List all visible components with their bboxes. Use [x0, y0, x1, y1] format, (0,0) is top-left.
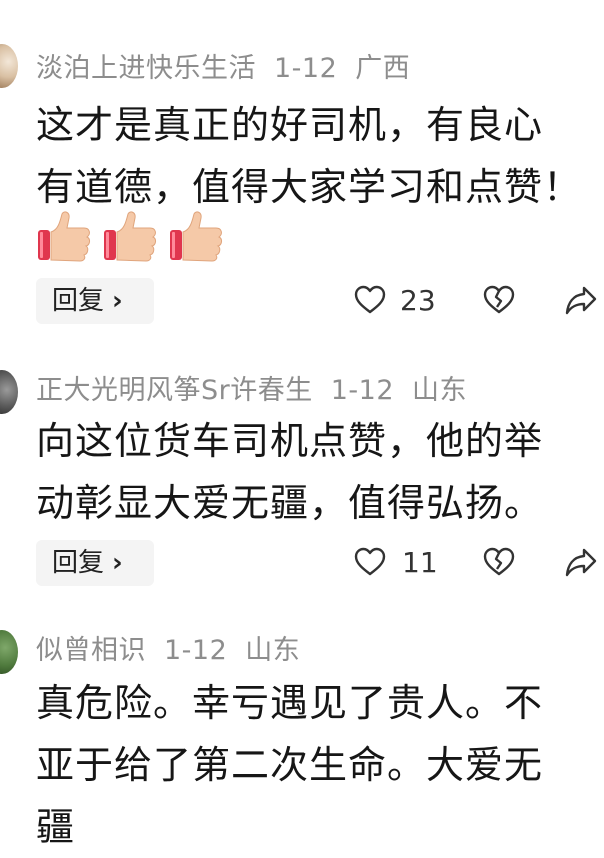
comment-line: 疆: [36, 805, 76, 849]
emoji-row: [36, 210, 224, 262]
comment-item: 似曾相识 1-12 山东 真危险。幸亏遇见了贵人。不 亚于给了第二次生命。大爱无 疆: [0, 610, 604, 849]
comment-text: 向这位货车司机点赞，他的举 动彰显大爱无疆，值得弘扬。: [36, 410, 604, 534]
comment-item: 淡泊上进快乐生活 1-12 广西 这才是真正的好司机，有良心 有道德，值得大家学习和…: [0, 0, 604, 350]
share-icon[interactable]: [564, 284, 598, 316]
avatar[interactable]: [0, 370, 18, 414]
username[interactable]: 正大光明风筝Sr许春生: [36, 375, 313, 406]
thumbs-up-emoji-icon: [170, 211, 222, 262]
comment-location: 山东: [412, 375, 468, 406]
username[interactable]: 淡泊上进快乐生活: [36, 53, 256, 84]
heart-icon[interactable]: [354, 547, 386, 577]
reply-button[interactable]: 回复 ›: [36, 540, 154, 586]
comment-meta: 似曾相识 1-12 山东: [36, 628, 318, 667]
chevron-right-icon: ›: [112, 548, 123, 578]
thumbs-up-emoji-icon: [104, 211, 156, 262]
comment-line: 亚于给了第二次生命。大爱无: [36, 743, 544, 787]
comment-text: 这才是真正的好司机，有良心 有道德，值得大家学习和点赞！: [36, 94, 604, 218]
comment-line: 有道德，值得大家学习和点赞！: [36, 165, 583, 209]
comment-line: 动彰显大爱无疆，值得弘扬。: [36, 481, 544, 525]
comment-item: 正大光明风筝Sr许春生 1-12 山东 向这位货车司机点赞，他的举 动彰显大爱无疆，…: [0, 350, 604, 610]
comment-date: 1-12: [330, 375, 395, 406]
reply-button[interactable]: 回复 ›: [36, 278, 154, 324]
comment-list: { "comments": [ { "username": "淡泊上进快乐生活"…: [0, 0, 604, 849]
comment-line: 这才是真正的好司机，有良心: [36, 103, 544, 147]
broken-heart-icon[interactable]: [483, 547, 515, 577]
comment-location: 广西: [355, 53, 411, 84]
comment-meta: 正大光明风筝Sr许春生 1-12 山东: [36, 368, 485, 407]
thumbs-up-emoji-icon: [38, 211, 90, 262]
share-icon[interactable]: [564, 546, 598, 578]
comment-text: 真危险。幸亏遇见了贵人。不 亚于给了第二次生命。大爱无 疆: [36, 672, 604, 858]
comment-line: 向这位货车司机点赞，他的举: [36, 419, 544, 463]
like-count: 23: [400, 284, 436, 317]
comment-line: 真危险。幸亏遇见了贵人。不: [36, 681, 544, 725]
chevron-right-icon: ›: [112, 286, 123, 316]
username[interactable]: 似曾相识: [36, 635, 146, 666]
reply-label: 回复: [52, 286, 105, 316]
comment-meta: 淡泊上进快乐生活 1-12 广西: [36, 46, 428, 85]
like-count: 11: [402, 546, 438, 579]
broken-heart-icon[interactable]: [483, 285, 515, 315]
avatar[interactable]: [0, 44, 18, 88]
heart-icon[interactable]: [354, 285, 386, 315]
comment-date: 1-12: [164, 635, 228, 666]
avatar[interactable]: [0, 630, 18, 674]
reply-label: 回复: [52, 548, 105, 578]
comment-date: 1-12: [274, 53, 338, 84]
comment-location: 山东: [245, 635, 301, 666]
